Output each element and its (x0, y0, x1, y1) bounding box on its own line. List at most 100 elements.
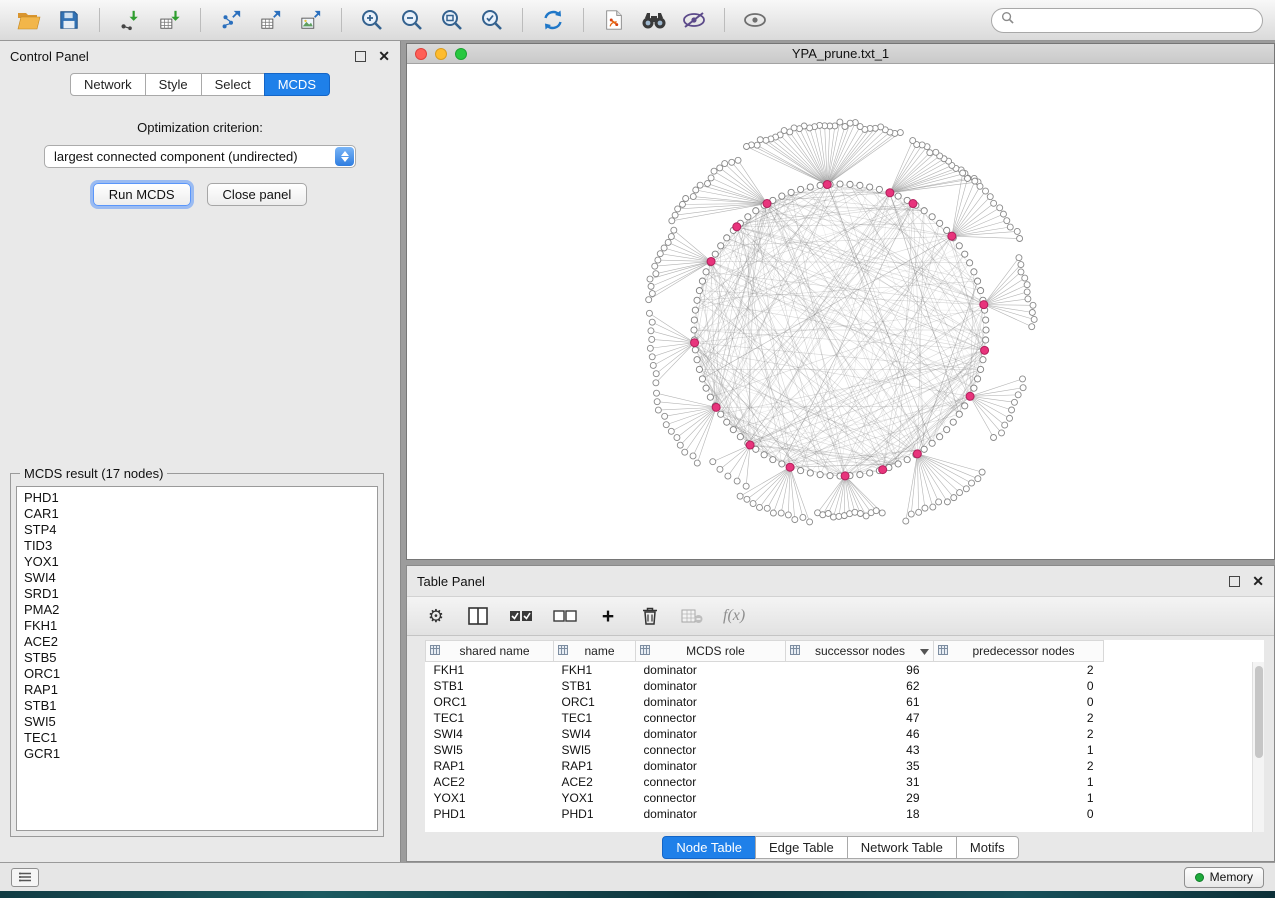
cell-shared-name: ORC1 (426, 694, 554, 710)
mcds-result-item[interactable]: STB5 (24, 650, 370, 666)
run-mcds-button[interactable]: Run MCDS (93, 183, 191, 206)
zoom-fit-icon[interactable] (435, 5, 469, 35)
tab-style[interactable]: Style (145, 73, 202, 96)
close-window-icon[interactable] (415, 48, 427, 60)
mcds-result-item[interactable]: YOX1 (24, 554, 370, 570)
table-row[interactable]: TEC1TEC1connector472 (426, 710, 1104, 726)
table-row[interactable]: SWI4SWI4dominator462 (426, 726, 1104, 742)
mcds-result-item[interactable]: ACE2 (24, 634, 370, 650)
table-vertical-scrollbar[interactable] (1252, 662, 1264, 832)
column-header-name[interactable]: name (554, 641, 636, 662)
table-row[interactable]: RAP1RAP1dominator352 (426, 758, 1104, 774)
mcds-buttons-row: Run MCDS Close panel (0, 183, 400, 206)
refresh-icon[interactable] (536, 5, 570, 35)
mcds-result-item[interactable]: TID3 (24, 538, 370, 554)
network-view-titlebar[interactable]: YPA_prune.txt_1 (407, 44, 1274, 64)
float-table-panel-icon[interactable] (1229, 576, 1240, 587)
zoom-selected-icon[interactable] (475, 5, 509, 35)
table-settings-icon[interactable]: ⚙ (425, 604, 447, 628)
toolbar-separator (583, 8, 584, 32)
cell-predecessor-nodes: 1 (934, 790, 1104, 806)
status-menu-icon[interactable] (11, 868, 39, 887)
cell-shared-name: FKH1 (426, 662, 554, 678)
table-row[interactable]: ACE2ACE2connector311 (426, 774, 1104, 790)
cell-name: YOX1 (554, 790, 636, 806)
table-row[interactable]: ORC1ORC1dominator610 (426, 694, 1104, 710)
mcds-result-item[interactable]: FKH1 (24, 618, 370, 634)
zoom-out-icon[interactable] (395, 5, 429, 35)
mcds-result-item[interactable]: ORC1 (24, 666, 370, 682)
mcds-result-item[interactable]: SWI5 (24, 714, 370, 730)
table-panel: Table Panel ✕ ⚙ + (406, 565, 1275, 862)
cell-mcds-role: dominator (636, 678, 786, 694)
mcds-result-item[interactable]: CAR1 (24, 506, 370, 522)
tab-select[interactable]: Select (201, 73, 265, 96)
column-header-shared-name[interactable]: shared name (426, 641, 554, 662)
network-graph[interactable] (407, 64, 1273, 558)
cell-predecessor-nodes: 1 (934, 774, 1104, 790)
column-header-label: predecessor nodes (948, 644, 1099, 658)
add-column-icon[interactable]: + (597, 604, 619, 628)
control-panel-tabs: NetworkStyleSelectMCDS (0, 73, 400, 96)
cell-successor-nodes: 29 (786, 790, 934, 806)
search-network-icon[interactable] (637, 5, 671, 35)
column-type-icon (430, 644, 440, 658)
tab-motifs[interactable]: Motifs (956, 836, 1019, 859)
close-panel-icon[interactable]: ✕ (378, 49, 390, 63)
cell-shared-name: ACE2 (426, 774, 554, 790)
float-panel-icon[interactable] (355, 51, 366, 62)
column-header-predecessor-nodes[interactable]: predecessor nodes (934, 641, 1104, 662)
table-row[interactable]: STB1STB1dominator620 (426, 678, 1104, 694)
select-all-rows-icon[interactable] (509, 604, 533, 628)
open-file-icon[interactable] (12, 5, 46, 35)
cell-successor-nodes: 46 (786, 726, 934, 742)
column-header-successor-nodes[interactable]: successor nodes (786, 641, 934, 662)
tab-network[interactable]: Network (70, 73, 146, 96)
show-columns-icon[interactable] (467, 604, 489, 628)
mcds-result-item[interactable]: SWI4 (24, 570, 370, 586)
minimize-window-icon[interactable] (435, 48, 447, 60)
import-network-icon[interactable] (113, 5, 147, 35)
tab-node-table[interactable]: Node Table (662, 836, 756, 859)
mcds-result-item[interactable]: TEC1 (24, 730, 370, 746)
save-session-icon[interactable] (52, 5, 86, 35)
table-row[interactable]: SWI5SWI5connector431 (426, 742, 1104, 758)
mcds-result-item[interactable]: SRD1 (24, 586, 370, 602)
delete-column-icon[interactable] (639, 604, 661, 628)
table-row[interactable]: YOX1YOX1connector291 (426, 790, 1104, 806)
network-canvas[interactable] (407, 64, 1274, 559)
search-input[interactable] (1020, 13, 1253, 27)
maximize-window-icon[interactable] (455, 48, 467, 60)
export-table-icon[interactable] (254, 5, 288, 35)
show-graphics-details-icon[interactable] (738, 5, 772, 35)
hide-graphics-details-icon[interactable] (677, 5, 711, 35)
mcds-result-list[interactable]: PHD1CAR1STP4TID3YOX1SWI4SRD1PMA2FKH1ACE2… (16, 486, 378, 831)
mcds-result-item[interactable]: PHD1 (24, 490, 370, 506)
optimization-criterion-select[interactable]: largest connected component (undirected) (44, 145, 356, 168)
table-row[interactable]: FKH1FKH1dominator962 (426, 662, 1104, 678)
share-document-icon[interactable] (597, 5, 631, 35)
mcds-result-item[interactable]: RAP1 (24, 682, 370, 698)
deselect-all-rows-icon[interactable] (553, 604, 577, 628)
tab-edge-table[interactable]: Edge Table (755, 836, 848, 859)
import-table-icon[interactable] (153, 5, 187, 35)
column-type-icon (938, 644, 948, 658)
sort-descending-icon[interactable] (920, 644, 929, 658)
scrollbar-thumb[interactable] (1255, 666, 1263, 758)
column-header-mcds-role[interactable]: MCDS role (636, 641, 786, 662)
cell-shared-name: PHD1 (426, 806, 554, 822)
memory-button[interactable]: Memory (1184, 867, 1264, 888)
mcds-result-item[interactable]: STP4 (24, 522, 370, 538)
mcds-result-item[interactable]: GCR1 (24, 746, 370, 762)
table-row[interactable]: PHD1PHD1dominator180 (426, 806, 1104, 822)
close-table-panel-icon[interactable]: ✕ (1252, 574, 1264, 588)
export-network-icon[interactable] (214, 5, 248, 35)
mcds-result-item[interactable]: STB1 (24, 698, 370, 714)
tab-mcds[interactable]: MCDS (264, 73, 330, 96)
close-panel-button[interactable]: Close panel (207, 183, 308, 206)
search-box[interactable] (991, 8, 1263, 33)
zoom-in-icon[interactable] (355, 5, 389, 35)
mcds-result-item[interactable]: PMA2 (24, 602, 370, 618)
export-image-icon[interactable] (294, 5, 328, 35)
tab-network-table[interactable]: Network Table (847, 836, 957, 859)
